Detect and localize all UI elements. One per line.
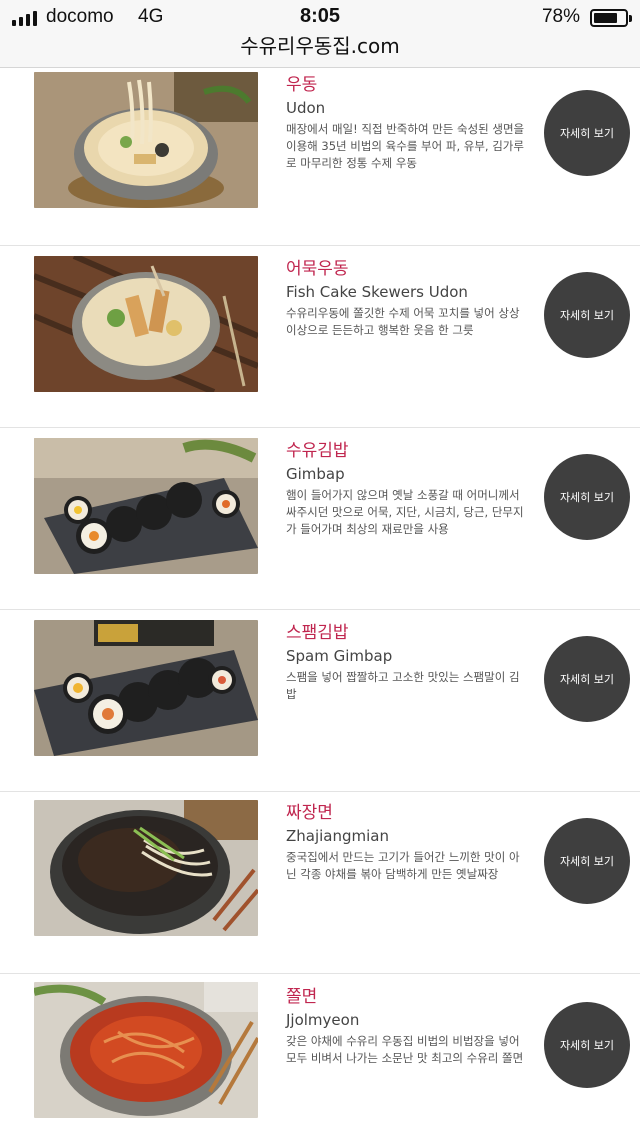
fish-cake-udon-photo[interactable] xyxy=(34,256,258,392)
menu-name-ko: 우동 xyxy=(286,75,318,95)
menu-info: 어묵우동 Fish Cake Skewers Udon 수유리우동에 쫄깃한 수… xyxy=(286,258,528,339)
jjolmyeon-photo[interactable] xyxy=(34,982,258,1118)
menu-description: 매장에서 매일! 직접 반죽하여 만든 숙성된 생면을 이용해 35년 비법의 … xyxy=(286,122,525,170)
menu-description: 햄이 들어가지 않으며 옛날 소풍갈 때 어머니께서 싸주시던 맛으로 어묵, … xyxy=(286,488,524,536)
detail-button[interactable]: 자세히 보기 xyxy=(544,454,630,540)
detail-button[interactable]: 자세히 보기 xyxy=(544,818,630,904)
menu-item: 우동 Udon 매장에서 매일! 직접 반죽하여 만든 숙성된 생면을 이용해 … xyxy=(0,64,640,246)
menu-description: 갖은 야채에 수유리 우동집 비법의 비법장을 넣어 모두 비벼서 나가는 소문… xyxy=(286,1034,524,1065)
detail-button[interactable]: 자세히 보기 xyxy=(544,636,630,722)
menu-name-ko: 짜장면 xyxy=(286,803,333,823)
url-text[interactable]: 수유리우동집.com xyxy=(0,36,640,56)
menu-name-en: Spam Gimbap xyxy=(286,647,393,665)
menu-name-ko: 어묵우동 xyxy=(286,259,349,279)
menu-info: 우동 Udon 매장에서 매일! 직접 반죽하여 만든 숙성된 생면을 이용해 … xyxy=(286,74,528,172)
status-bar: docomo 4G 8:05 78% xyxy=(0,0,640,36)
menu-info: 짜장면 Zhajiangmian 중국집에서 만드는 고기가 들어간 느끼한 맛… xyxy=(286,802,528,883)
menu-item: 쫄면 Jjolmyeon 갖은 야채에 수유리 우동집 비법의 비법장을 넣어 … xyxy=(0,974,640,1136)
menu-item: 수유김밥 Gimbap 햄이 들어가지 않으며 옛날 소풍갈 때 어머니께서 싸… xyxy=(0,428,640,610)
menu-name-en: Gimbap xyxy=(286,465,345,483)
menu-item: 짜장면 Zhajiangmian 중국집에서 만드는 고기가 들어간 느끼한 맛… xyxy=(0,792,640,974)
menu-item: 스팸김밥 Spam Gimbap 스팸을 넣어 짭짤하고 고소한 맛있는 스팸말… xyxy=(0,610,640,792)
menu-name-en: Zhajiangmian xyxy=(286,827,390,845)
menu-name-ko: 쫄면 xyxy=(286,987,318,1007)
detail-button[interactable]: 자세히 보기 xyxy=(544,272,630,358)
menu-name-en: Jjolmyeon xyxy=(286,1011,360,1029)
detail-button[interactable]: 자세히 보기 xyxy=(544,90,630,176)
menu-name-en: Udon xyxy=(286,99,326,117)
spam-gimbap-photo[interactable] xyxy=(34,620,258,756)
menu-name-en: Fish Cake Skewers Udon xyxy=(286,283,468,301)
menu-name-ko: 수유김밥 xyxy=(286,441,349,461)
menu-info: 스팸김밥 Spam Gimbap 스팸을 넣어 짭짤하고 고소한 맛있는 스팸말… xyxy=(286,622,528,703)
menu-info: 쫄면 Jjolmyeon 갖은 야채에 수유리 우동집 비법의 비법장을 넣어 … xyxy=(286,986,528,1067)
menu-description: 스팸을 넣어 짭짤하고 고소한 맛있는 스팸말이 김밥 xyxy=(286,670,520,701)
menu-description: 수유리우동에 쫄깃한 수제 어묵 꼬치를 넣어 상상 이상으로 든든하고 행복한… xyxy=(286,306,520,337)
detail-button[interactable]: 자세히 보기 xyxy=(544,1002,630,1088)
zhajiangmian-photo[interactable] xyxy=(34,800,258,936)
udon-photo[interactable] xyxy=(34,72,258,208)
menu-item: 어묵우동 Fish Cake Skewers Udon 수유리우동에 쫄깃한 수… xyxy=(0,246,640,428)
gimbap-photo[interactable] xyxy=(34,438,258,574)
battery-percent: 78% xyxy=(541,6,580,27)
battery-icon xyxy=(590,9,632,27)
menu-description: 중국집에서 만드는 고기가 들어간 느끼한 맛이 아닌 각종 야채를 볶아 담백… xyxy=(286,850,520,881)
menu-name-ko: 스팸김밥 xyxy=(286,623,349,643)
menu-info: 수유김밥 Gimbap 햄이 들어가지 않으며 옛날 소풍갈 때 어머니께서 싸… xyxy=(286,440,528,538)
